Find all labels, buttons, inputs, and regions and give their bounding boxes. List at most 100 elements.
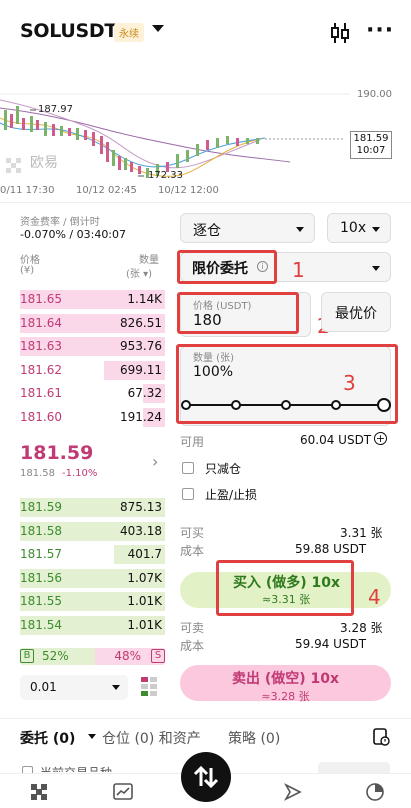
slider-stop-50[interactable] [281,400,291,410]
sell-percent: 48% [114,649,141,663]
discover-icon[interactable] [282,782,304,802]
margin-mode-value: 逐仓 [193,223,221,239]
chevron-down-icon [112,685,120,690]
annotation-number-3: 3 [343,371,356,395]
bid-row[interactable]: 181.56 1.07K [0,567,165,590]
ask-price: 181.63 [20,339,62,353]
bid-row[interactable]: 181.59 875.13 [0,496,165,519]
chevron-down-icon [296,227,304,232]
symbol-title[interactable]: SOLUSDT [20,20,117,42]
quantity-input-label: 数量 (张) [193,353,234,364]
tab-strategy[interactable]: 策略 (0) [228,728,280,748]
bid-row[interactable]: 181.58 403.18 [0,520,165,543]
ask-quantity: 826.51 [120,315,162,330]
last-price[interactable]: 181.59 [20,442,93,464]
price-input-value[interactable]: 180 [193,311,222,329]
bid-row[interactable]: 181.57 401.7 [0,543,165,566]
x-label-3: 10/12 12:00 [158,185,219,196]
reduce-only-label[interactable]: 只减仓 [205,460,241,477]
current-price-value: 181.59 [353,133,389,144]
mini-kline-chart[interactable] [0,58,411,198]
slider-handle[interactable] [377,398,391,412]
bid-quantity: 403.18 [120,523,162,538]
current-price-marker: 181.59 10:07 [350,131,392,159]
quantity-slider[interactable] [181,398,391,412]
slider-stop-25[interactable] [231,400,241,410]
bid-price: 181.58 [20,523,62,538]
buy-tag: B [20,649,34,663]
sell-tag: S [151,649,165,663]
available-label: 可用 [180,435,205,449]
can-buy-label: 可买 [180,526,205,540]
tick-size-value: 0.01 [30,680,57,694]
ask-row[interactable]: 181.65 1.14K [0,288,165,311]
tab-orders[interactable]: 委托 (0) [20,728,75,748]
x-label-2: 10/12 02:45 [76,185,137,196]
info-icon[interactable]: i [257,261,268,272]
orderbook-layout-icon[interactable] [141,677,159,697]
margin-mode-select[interactable]: 逐仓 [180,213,315,243]
buy-sell-ratio-bar: B 52% 48% S [20,648,165,665]
more-icon[interactable]: ··· [366,18,394,43]
ask-price: 181.61 [20,386,62,400]
trade-button[interactable] [181,752,231,802]
annotation-number-4: 4 [368,585,381,609]
watermark-logo [6,158,21,173]
bid-quantity: 401.7 [127,547,162,561]
chevron-right-icon[interactable]: › [152,452,158,471]
buy-button-label: 买入 (做多) 10x [233,575,341,591]
bid-price: 181.54 [20,617,62,632]
ask-row[interactable]: 181.60 191.24 [0,406,165,429]
axis-top-label: 190.00 [357,89,392,100]
tp-sl-checkbox[interactable] [182,488,194,500]
cost-sell-label: 成本 [180,639,205,653]
cost-buy-label: 成本 [180,544,205,558]
chevron-down-icon[interactable] [88,734,96,739]
bid-row[interactable]: 181.54 1.01K [0,614,165,637]
low-price-label: 172.33 [148,170,183,181]
ask-price: 181.62 [20,362,62,377]
ask-price: 181.64 [20,315,62,330]
order-history-icon[interactable] [372,728,390,746]
best-price-label: 最优价 [335,306,377,322]
ask-quantity: 67.32 [127,386,162,400]
perpetual-badge: 永续 [114,23,144,42]
quantity-input-value[interactable]: 100% [193,364,233,380]
leverage-select[interactable]: 10x [327,213,391,243]
tp-sl-label[interactable]: 止盈/止损 [205,486,257,503]
assets-icon[interactable] [364,782,386,802]
slider-stop-0[interactable] [181,400,191,410]
slider-stop-75[interactable] [331,400,341,410]
tab-positions[interactable]: 仓位 (0) 和资产 [102,728,201,748]
ask-row[interactable]: 181.63 953.76 [0,335,165,358]
chevron-down-icon [372,266,380,271]
sell-short-button[interactable]: 卖出 (做空) 10x ≈3.28 张 [180,665,391,703]
ask-row[interactable]: 181.62 699.11 [0,359,165,382]
chart-toggle-icon[interactable] [330,22,350,44]
ask-row[interactable]: 181.64 826.51 [0,312,165,335]
ask-row[interactable]: 181.61 67.32 [0,382,165,405]
ask-quantity: 953.76 [120,339,162,353]
funding-value: -0.070% / 03:40:07 [20,228,127,241]
reduce-only-checkbox[interactable] [182,462,194,474]
qty-unit-dropdown[interactable]: (张 ▾) [126,265,152,280]
divider [0,202,411,203]
chevron-down-icon[interactable] [152,25,164,32]
tick-size-select[interactable]: 0.01 [20,675,128,700]
transfer-plus-icon[interactable]: + [374,432,387,445]
annotation-number-1: 1 [292,258,305,282]
current-symbol-label[interactable]: 当前交易品种 [40,764,112,772]
cost-buy-value: 59.88 USDT [295,542,367,556]
price-column-header: 价格 [20,255,40,266]
markets-icon[interactable] [112,782,134,802]
best-price-button[interactable]: 最优价 [321,292,391,332]
can-sell-label: 可卖 [180,621,205,635]
sell-button-label: 卖出 (做空) 10x [231,671,340,687]
buy-percent: 52% [42,649,69,663]
bid-row[interactable]: 181.55 1.01K [0,590,165,613]
ask-price: 181.60 [20,409,62,424]
trade-arrows-icon [193,765,219,789]
bid-price: 181.55 [20,594,62,608]
can-sell-value: 3.28 张 [340,621,383,635]
home-icon[interactable] [28,782,50,802]
